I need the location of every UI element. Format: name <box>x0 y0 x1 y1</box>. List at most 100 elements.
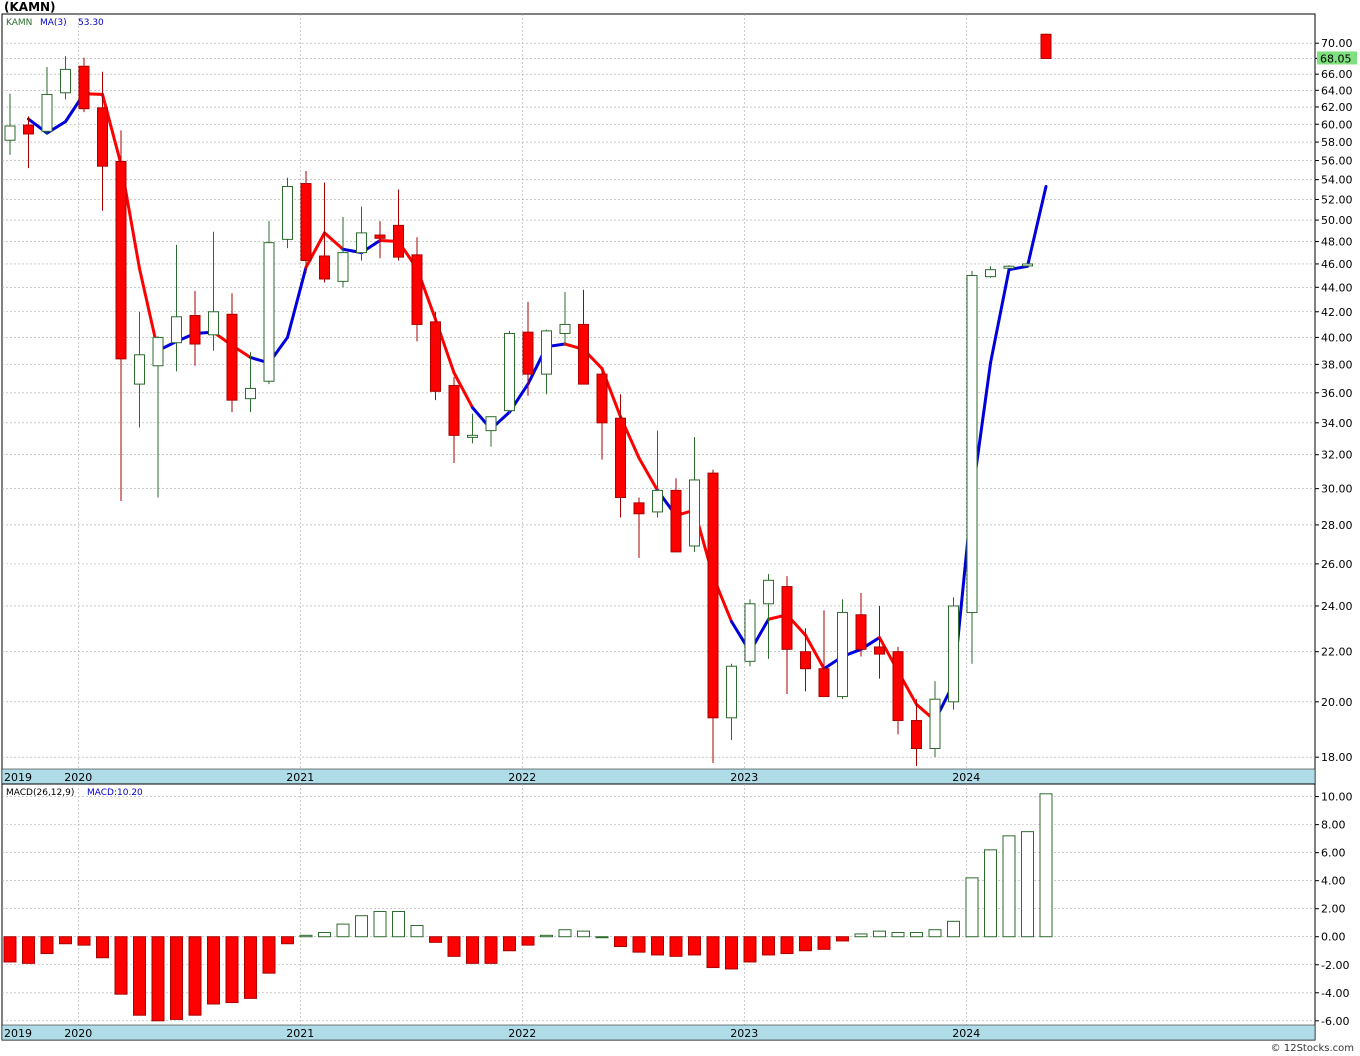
candle-body-up <box>171 316 182 344</box>
candle <box>707 469 719 764</box>
last-price-badge-label: 68.05 <box>1320 52 1352 65</box>
candle <box>356 206 367 261</box>
price-tick-label: 36.00 <box>1321 387 1353 400</box>
price-year-band <box>1 768 1316 785</box>
macd-bar-negative <box>77 936 91 946</box>
candle <box>541 329 552 395</box>
macd-bar-positive <box>336 923 350 938</box>
candle <box>504 330 515 414</box>
candle <box>1022 263 1033 267</box>
candle-body-down <box>115 160 127 360</box>
candle-body-up <box>744 603 756 662</box>
candle <box>485 416 497 447</box>
candle <box>670 478 682 553</box>
candle <box>115 130 127 502</box>
price-tick-label: 52.00 <box>1321 193 1353 206</box>
candle <box>855 592 867 657</box>
macd-tick-label: 0.00 <box>1321 931 1346 944</box>
candle <box>578 289 589 385</box>
macd-bar-negative <box>244 936 257 999</box>
macd-tick-label: -6.00 <box>1321 1015 1349 1028</box>
price-tick-label: 28.00 <box>1321 519 1353 532</box>
price-tick-label: 58.00 <box>1321 136 1353 149</box>
macd-tick-label: 8.00 <box>1321 819 1346 832</box>
legend-ma-value: 53.30 <box>78 18 104 28</box>
candle <box>633 497 645 558</box>
candle-body-up <box>134 354 145 385</box>
candle-body-down <box>578 323 589 385</box>
candle-body-down <box>670 489 682 553</box>
macd-bar-negative <box>3 936 17 963</box>
candle-body-down <box>818 668 830 698</box>
candle-body-down <box>855 614 867 650</box>
candle-body-down <box>781 586 793 650</box>
price-tick-label: 26.00 <box>1321 558 1353 571</box>
macd-bar-positive <box>928 929 942 938</box>
candle-body-up <box>541 330 552 375</box>
candle <box>430 311 441 401</box>
candle-body-up <box>152 336 164 367</box>
candle-body-down <box>393 224 404 258</box>
candle-body-up <box>337 252 349 282</box>
candle <box>559 292 571 346</box>
candle <box>448 376 460 463</box>
candle <box>781 576 793 694</box>
legend-ma-label: MA(3) <box>40 18 67 28</box>
price-tick-label: 64.00 <box>1321 84 1353 97</box>
candle-body-up <box>966 274 978 614</box>
macd-bar-positive <box>299 934 313 938</box>
macd-bar-negative <box>817 936 831 950</box>
candle-body-up <box>208 311 219 336</box>
candle-body-up <box>282 185 293 240</box>
candle <box>818 610 830 698</box>
candle <box>522 301 534 396</box>
price-tick-label: 24.00 <box>1321 600 1353 613</box>
legend-symbol: KAMN <box>6 18 32 28</box>
candle-body-down <box>892 651 904 722</box>
price-tick-label: 44.00 <box>1321 281 1353 294</box>
price-tick-label: 62.00 <box>1321 101 1353 114</box>
macd-bar-negative <box>725 936 738 970</box>
macd-bar-positive <box>854 933 868 938</box>
candle-body-down <box>448 385 460 436</box>
last-price-badge: 68.05 <box>1317 51 1357 65</box>
candle-body-up <box>929 698 941 749</box>
macd-bar-positive <box>1002 835 1016 938</box>
candle-body-up <box>948 605 959 703</box>
candle <box>929 681 941 758</box>
price-tick-label: 50.00 <box>1321 214 1353 227</box>
candle-body-up <box>4 125 16 141</box>
price-grid <box>2 14 1315 769</box>
candle <box>60 56 71 100</box>
macd-legend-value: MACD:10.20 <box>87 788 143 798</box>
candle-body-up <box>559 323 571 334</box>
macd-bar-positive <box>595 936 609 939</box>
macd-bar-negative <box>466 936 479 964</box>
candle <box>615 394 626 518</box>
candle-body-up <box>60 68 71 94</box>
candle <box>744 599 756 667</box>
macd-bar-negative <box>170 936 183 1020</box>
year-label: 2020 <box>64 771 92 784</box>
candle-body-down <box>800 651 811 670</box>
macd-bar-positive <box>910 932 923 938</box>
candle-body-up <box>837 612 848 698</box>
macd-bar-negative <box>225 936 239 1004</box>
macd-bar-positive <box>891 932 905 938</box>
macd-bar-positive <box>577 930 590 938</box>
price-tick-label: 22.00 <box>1321 646 1353 659</box>
macd-bar-negative <box>133 936 146 1016</box>
price-tick-label: 60.00 <box>1321 118 1353 131</box>
year-label: 2021 <box>286 771 314 784</box>
candle <box>652 430 663 518</box>
candlestick-series <box>4 33 1052 767</box>
macd-bar-negative <box>281 936 294 945</box>
candle <box>41 67 53 135</box>
candle-body-up <box>356 232 367 254</box>
macd-bar-negative <box>669 936 683 957</box>
price-tick-label: 18.00 <box>1321 751 1353 764</box>
price-tick-label: 56.00 <box>1321 155 1353 168</box>
candle <box>208 231 219 351</box>
macd-tick-label: 6.00 <box>1321 847 1346 860</box>
macd-bar-negative <box>836 936 849 942</box>
